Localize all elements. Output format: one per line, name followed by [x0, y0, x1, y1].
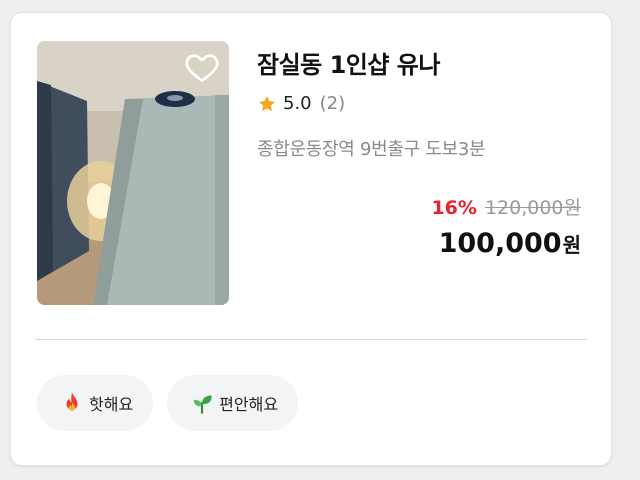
rating-row: 5.0 (2) [257, 93, 345, 114]
shop-location: 종합운동장역 9번출구 도보3분 [257, 139, 486, 160]
currency-unit: 원 [562, 233, 581, 257]
shop-card[interactable]: 잠실동 1인샵 유나 5.0 (2) 종합운동장역 9번출구 도보3분 16% … [10, 12, 612, 466]
fire-icon [66, 392, 78, 412]
price-block: 16% 120,000원 100,000 원 [431, 193, 581, 259]
shop-title[interactable]: 잠실동 1인샵 유나 [257, 45, 440, 80]
tag-label: 편안해요 [219, 395, 279, 414]
review-tags: 핫해요 편안해요 [37, 375, 299, 431]
discount-rate: 16% [431, 197, 477, 219]
tag-comfortable[interactable]: 편안해요 [167, 375, 299, 431]
review-count: (2) [319, 93, 346, 114]
original-price: 120,000원 [484, 197, 581, 219]
final-price: 100,000 [438, 228, 562, 259]
shop-thumbnail[interactable] [37, 41, 229, 305]
sprout-icon [194, 395, 212, 414]
tag-hot[interactable]: 핫해요 [37, 375, 154, 431]
favorite-heart-icon[interactable] [183, 49, 221, 85]
divider [35, 339, 587, 340]
rating-score: 5.0 [283, 93, 312, 114]
tag-label: 핫해요 [89, 395, 134, 414]
star-icon [259, 95, 275, 111]
